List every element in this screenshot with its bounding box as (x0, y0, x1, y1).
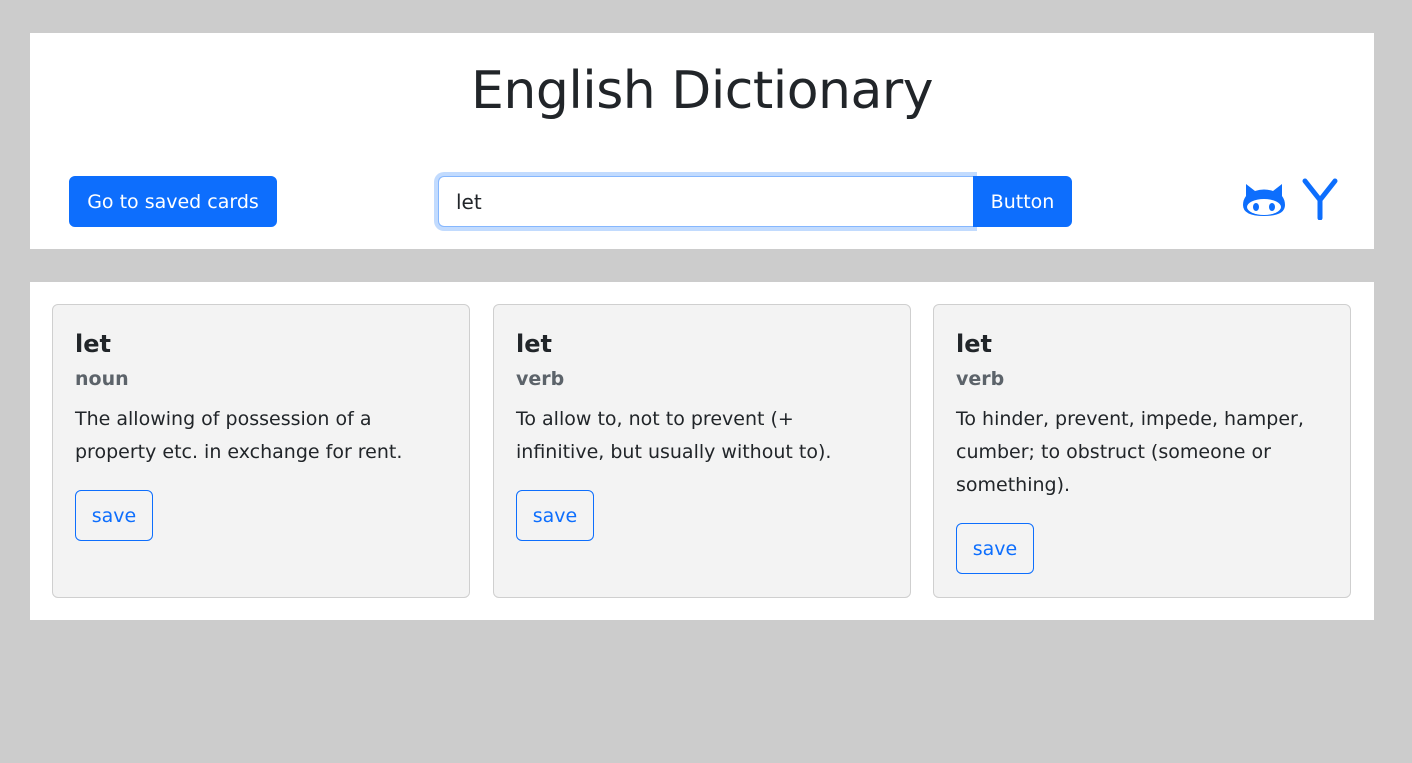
definition-card: let verb To hinder, prevent, impede, ham… (933, 304, 1351, 598)
results-panel: let noun The allowing of possession of a… (30, 282, 1374, 620)
save-button[interactable]: save (75, 490, 153, 541)
card-part-of-speech: verb (516, 368, 565, 390)
save-button[interactable]: save (956, 523, 1034, 574)
card-word: let (956, 330, 992, 358)
card-part-of-speech: noun (75, 368, 129, 390)
page-title: English Dictionary (471, 61, 934, 121)
card-word: let (75, 330, 111, 358)
go-to-saved-cards-button[interactable]: Go to saved cards (69, 176, 277, 227)
card-definition: To allow to, not to prevent (+ infinitiv… (516, 408, 832, 463)
search-button[interactable]: Button (973, 176, 1072, 227)
card-definition: To hinder, prevent, impede, hamper, cumb… (956, 408, 1304, 496)
card-definition: The allowing of possession of a property… (75, 408, 403, 463)
card-part-of-speech: verb (956, 368, 1005, 390)
definition-card: let noun The allowing of possession of a… (52, 304, 470, 598)
definition-card: let verb To allow to, not to prevent (+ … (493, 304, 911, 598)
search-input[interactable] (438, 176, 973, 227)
save-button[interactable]: save (516, 490, 594, 541)
search-group: Button (438, 176, 1072, 227)
icon-links (1242, 176, 1338, 222)
github-icon[interactable] (1242, 180, 1286, 218)
card-word: let (516, 330, 552, 358)
y-icon[interactable] (1302, 178, 1338, 220)
header: English Dictionary Go to saved cards But… (30, 33, 1374, 249)
